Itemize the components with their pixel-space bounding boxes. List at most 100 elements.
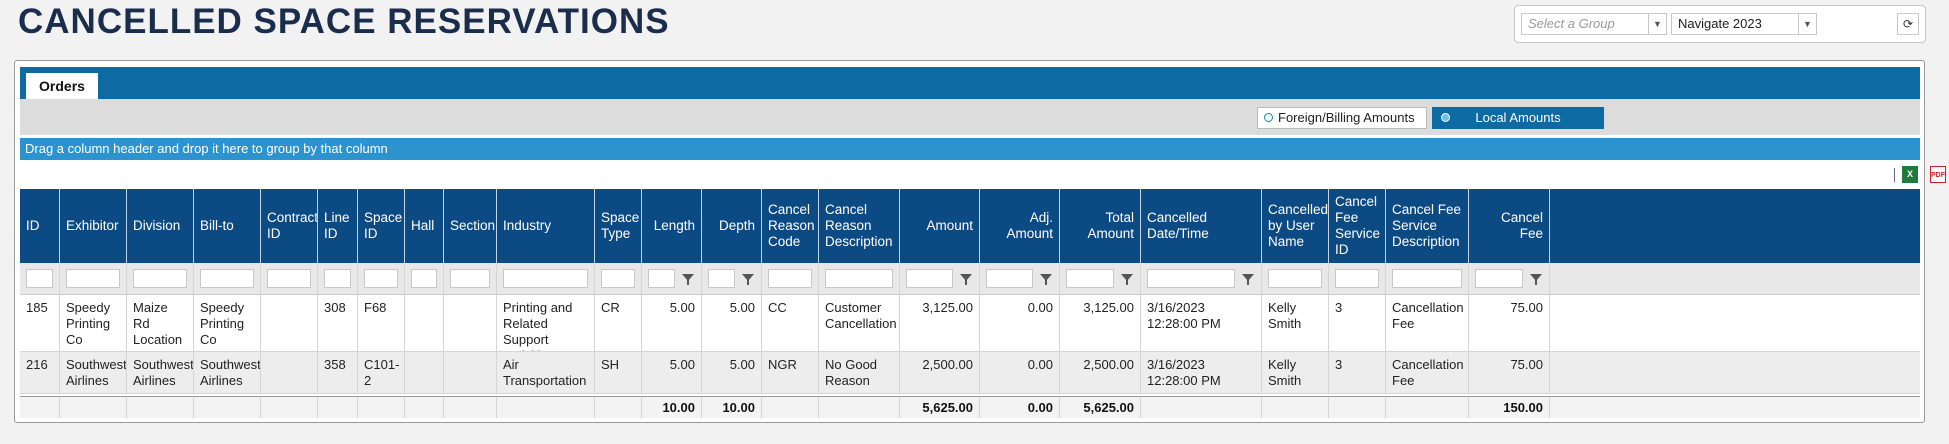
column-header-fee-service-desc[interactable]: Cancel Fee Service Description — [1386, 189, 1469, 263]
local-amounts-radio[interactable]: Local Amounts — [1432, 107, 1604, 129]
filter-icon[interactable] — [1241, 272, 1255, 286]
refresh-icon[interactable]: ⟳ — [1897, 13, 1919, 35]
cell-hall — [405, 352, 444, 393]
filter-cell-line-id — [318, 263, 358, 294]
chevron-down-icon[interactable]: ▼ — [1648, 14, 1666, 34]
filter-input[interactable] — [200, 269, 254, 288]
filter-input[interactable] — [364, 269, 398, 288]
filter-input[interactable] — [768, 269, 812, 288]
column-header-label: Cancel Reason Code — [768, 202, 815, 249]
pdf-icon[interactable]: PDF — [1930, 166, 1946, 183]
cell-total-amount: 3,125.00 — [1060, 295, 1141, 351]
filter-input[interactable] — [1066, 269, 1114, 288]
cell-bill-to: Southwest Airlines — [194, 352, 261, 393]
filter-icon[interactable] — [681, 272, 695, 286]
filter-input[interactable] — [66, 269, 120, 288]
filter-icon[interactable] — [959, 272, 973, 286]
column-header-depth[interactable]: Depth — [702, 189, 762, 263]
column-header-space-type[interactable]: Space Type — [595, 189, 642, 263]
filter-input[interactable] — [1147, 269, 1235, 288]
tab-orders[interactable]: Orders — [26, 73, 98, 99]
excel-icon[interactable]: X — [1902, 166, 1918, 183]
cell-fee-service-desc: Cancellation Fee — [1386, 352, 1469, 393]
filter-icon[interactable] — [1039, 272, 1053, 286]
cell-id[interactable]: 185 — [20, 295, 60, 351]
filter-input[interactable] — [986, 269, 1033, 288]
cell-cancelled-at: 3/16/2023 12:28:00 PM — [1141, 352, 1262, 393]
filter-cell-section — [444, 263, 497, 294]
table-row[interactable]: 185 Speedy Printing Co Maize Rd Location Sp… — [20, 295, 1920, 352]
filter-cell-depth — [702, 263, 762, 294]
column-header-adj-amount[interactable]: Adj. Amount — [980, 189, 1060, 263]
total-fee-service-desc — [1386, 397, 1469, 418]
filter-input[interactable] — [601, 269, 635, 288]
column-header-bill-to[interactable]: Bill-to — [194, 189, 261, 263]
filter-icon[interactable] — [1529, 272, 1543, 286]
filter-input[interactable] — [708, 269, 735, 288]
filter-input[interactable] — [906, 269, 953, 288]
column-header-length[interactable]: Length — [642, 189, 702, 263]
totals-row: 10.00 10.00 5,625.00 0.00 5,625.00 150.00 — [20, 396, 1920, 418]
column-header-label: Depth — [718, 218, 755, 233]
cell-total-amount: 2,500.00 — [1060, 352, 1141, 393]
foreign-amounts-radio[interactable]: Foreign/Billing Amounts — [1257, 107, 1427, 129]
filter-input[interactable] — [825, 269, 893, 288]
filter-input[interactable] — [503, 269, 588, 288]
column-header-exhibitor[interactable]: Exhibitor — [60, 189, 127, 263]
table-row[interactable]: 216 Southwest Airlines Southwest Airlines S… — [20, 352, 1920, 394]
filter-input[interactable] — [411, 269, 437, 288]
column-header-label: Division — [133, 218, 181, 233]
column-header-cancel-desc[interactable]: Cancel Reason Description — [819, 189, 900, 263]
column-header-cancelled-at[interactable]: Cancelled Date/Time — [1141, 189, 1262, 263]
filter-cell-exhibitor — [60, 263, 127, 294]
filter-input[interactable] — [133, 269, 187, 288]
column-header-label: Total Amount — [1087, 210, 1134, 241]
filter-cell-adj-amount — [980, 263, 1060, 294]
column-header-cancel-fee[interactable]: Cancel Fee — [1469, 189, 1550, 263]
filter-input[interactable] — [324, 269, 351, 288]
column-header-division[interactable]: Division — [127, 189, 194, 263]
cell-id[interactable]: 216 — [20, 352, 60, 393]
filter-input[interactable] — [26, 269, 53, 288]
filter-input[interactable] — [1335, 269, 1379, 288]
filter-input[interactable] — [1268, 269, 1322, 288]
cell-bill-to: Speedy Printing Co — [194, 295, 261, 351]
column-header-hall[interactable]: Hall — [405, 189, 444, 263]
filter-cell-cancel-desc — [819, 263, 900, 294]
column-header-amount[interactable]: Amount — [900, 189, 980, 263]
filter-row — [20, 263, 1920, 295]
filter-input[interactable] — [1475, 269, 1523, 288]
column-header-fee-service-id[interactable]: Cancel Fee Service ID — [1329, 189, 1386, 263]
cell-exhibitor: Southwest Airlines — [60, 352, 127, 393]
filter-input[interactable] — [648, 269, 675, 288]
total-space-type — [595, 397, 642, 418]
column-header-section[interactable]: Section — [444, 189, 497, 263]
column-header-cancel-code[interactable]: Cancel Reason Code — [762, 189, 819, 263]
total-adj-amount: 0.00 — [980, 397, 1060, 418]
column-header-industry[interactable]: Industry — [497, 189, 595, 263]
cell-fee-service-id: 3 — [1329, 352, 1386, 393]
filter-input[interactable] — [1392, 269, 1462, 288]
filter-cell-fee-service-desc — [1386, 263, 1469, 294]
filter-icon[interactable] — [741, 272, 755, 286]
total-fee-service-id — [1329, 397, 1386, 418]
column-header-space-id[interactable]: Space ID — [358, 189, 405, 263]
filter-input[interactable] — [267, 269, 311, 288]
event-select-value: Navigate 2023 — [1678, 16, 1762, 31]
group-select[interactable]: Select a Group ▼ — [1521, 13, 1667, 35]
local-amounts-label: Local Amounts — [1475, 110, 1561, 125]
event-select[interactable]: Navigate 2023 ▼ — [1671, 13, 1817, 35]
column-header-line-id[interactable]: Line ID — [318, 189, 358, 263]
column-header-contract-id[interactable]: Contract ID — [261, 189, 318, 263]
chevron-down-icon[interactable]: ▼ — [1798, 14, 1816, 34]
column-header-total-amount[interactable]: Total Amount — [1060, 189, 1141, 263]
filter-icon[interactable] — [1120, 272, 1134, 286]
column-header-label: Exhibitor — [66, 218, 119, 233]
column-header-cancelled-by[interactable]: Cancelled by User Name — [1262, 189, 1329, 263]
filter-cell-cancelled-by — [1262, 263, 1329, 294]
filter-input[interactable] — [450, 269, 490, 288]
group-drop-area[interactable]: Drag a column header and drop it here to… — [20, 138, 1920, 160]
cell-adj-amount: 0.00 — [980, 295, 1060, 351]
column-header-id[interactable]: ID — [20, 189, 60, 263]
column-header-label: Bill-to — [200, 218, 234, 233]
